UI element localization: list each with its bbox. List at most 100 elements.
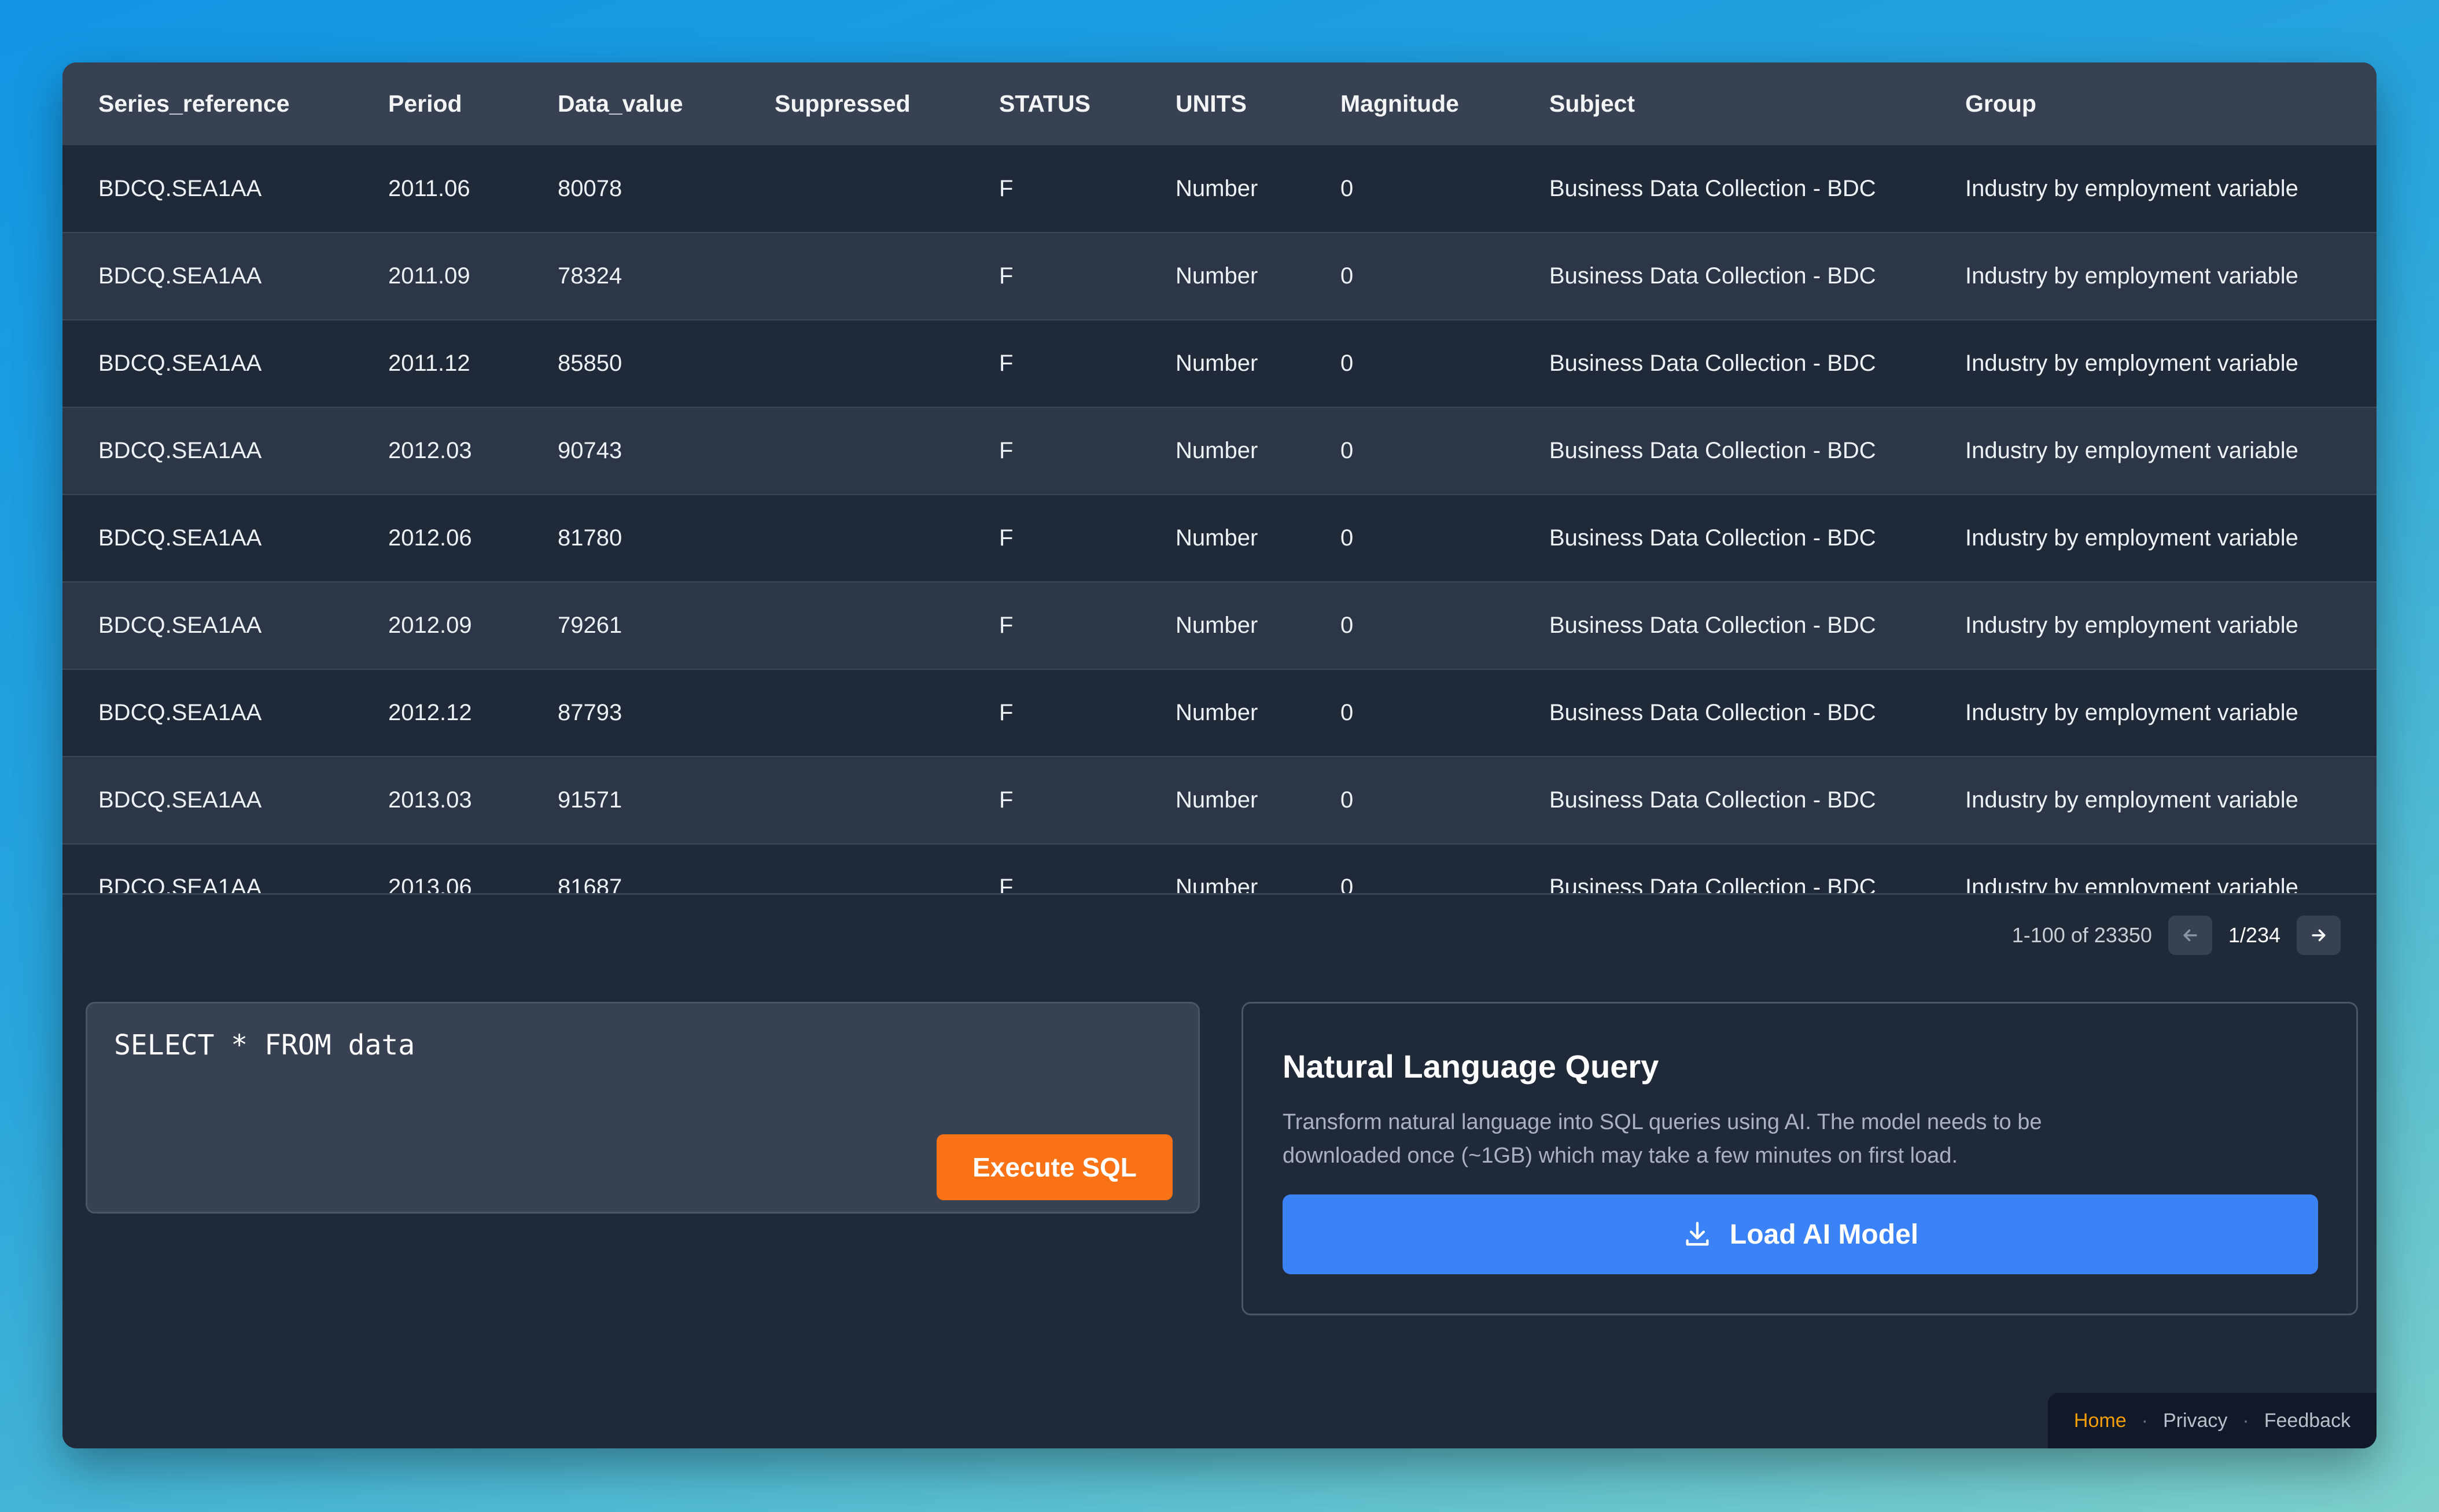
table-cell: 2012.12 [388,700,472,725]
table-cell: Industry by employment variable [1965,438,2298,463]
table-cell: Number [1176,351,1258,376]
table-cell: Industry by employment variable [1965,525,2298,551]
table-cell: 0 [1340,525,1354,551]
table-cell: 81780 [558,525,622,551]
table-cell: F [999,700,1014,725]
table-cell: F [999,525,1014,551]
table-cell: 0 [1340,175,1354,201]
execute-sql-button[interactable]: Execute SQL [937,1134,1173,1200]
table-body: BDCQ.SEA1AA 2011.06 80078 F Number 0 Business … [62,145,2377,893]
column-header[interactable]: Group [1929,62,2377,145]
table-cell: Number [1176,438,1258,463]
pagination-page: 1/234 [2228,923,2280,947]
table-row[interactable]: BDCQ.SEA1AA 2012.09 79261 F Number 0 Business … [62,582,2377,669]
table-row[interactable]: BDCQ.SEA1AA 2012.03 90743 F Number 0 Business … [62,407,2377,495]
footer-home-link[interactable]: Home [2074,1410,2127,1432]
table-cell: F [999,438,1014,463]
table-cell: 81687 [558,875,622,893]
table-row[interactable]: BDCQ.SEA1AA 2012.06 81780 F Number 0 Business … [62,495,2377,582]
column-header[interactable]: Magnitude [1305,62,1513,145]
column-header[interactable]: STATUS [963,62,1140,145]
table-cell: Number [1176,175,1258,201]
table-cell: F [999,351,1014,376]
nl-query-description: Transform natural language into SQL quer… [1283,1110,2042,1168]
column-header[interactable]: Series_reference [62,62,352,145]
table-cell: F [999,875,1014,893]
table-cell [739,233,963,320]
table-cell: Industry by employment variable [1965,787,2298,813]
table-cell: 2011.09 [388,263,470,289]
table-cell: Business Data Collection - BDC [1549,438,1876,463]
load-ai-model-button[interactable]: Load AI Model [1283,1194,2318,1274]
table-cell: 91571 [558,787,622,813]
table-cell: F [999,175,1014,201]
sql-editor[interactable]: SELECT * FROM data Execute SQL [86,1002,1200,1214]
table-cell: Industry by employment variable [1965,263,2298,289]
table-cell: Number [1176,700,1258,725]
table-cell: 2013.06 [388,875,472,893]
table-cell: 85850 [558,351,622,376]
column-header[interactable]: Period [352,62,522,145]
table-cell: Business Data Collection - BDC [1549,175,1876,201]
load-ai-model-label: Load AI Model [1729,1219,1919,1250]
table-cell: Business Data Collection - BDC [1549,787,1876,813]
table-cell [739,145,963,233]
table-cell: Industry by employment variable [1965,175,2298,201]
natural-language-query-panel: Natural Language Query Transform natural… [1241,1002,2358,1315]
footer-feedback-link[interactable]: Feedback [2264,1410,2350,1432]
table-cell: BDCQ.SEA1AA [98,525,262,551]
table-cell: 0 [1340,700,1354,725]
app-window: Series_reference Period Data_value Suppress… [62,62,2377,1448]
table-cell [739,582,963,669]
table-cell: Business Data Collection - BDC [1549,700,1876,725]
table-cell: Number [1176,263,1258,289]
column-header[interactable]: Suppressed [739,62,963,145]
footer-separator: · [2141,1409,2148,1432]
column-header[interactable]: UNITS [1140,62,1305,145]
table-cell: Number [1176,875,1258,893]
nl-query-title: Natural Language Query [1283,1048,1659,1085]
table-cell: Business Data Collection - BDC [1549,613,1876,638]
table-row[interactable]: BDCQ.SEA1AA 2011.09 78324 F Number 0 Business … [62,233,2377,320]
table-cell: 0 [1340,351,1354,376]
table-cell: Industry by employment variable [1965,700,2298,725]
table-cell: 2012.03 [388,438,472,463]
footer-privacy-link[interactable]: Privacy [2163,1410,2227,1432]
table-cell [739,495,963,582]
table-cell: BDCQ.SEA1AA [98,175,262,201]
table-cell [739,320,963,407]
column-header[interactable]: Subject [1513,62,1929,145]
table-cell: Business Data Collection - BDC [1549,263,1876,289]
table-cell: BDCQ.SEA1AA [98,787,262,813]
table-cell: 2012.09 [388,613,472,638]
table-cell [739,407,963,495]
table-cell: BDCQ.SEA1AA [98,613,262,638]
table-cell: Industry by employment variable [1965,351,2298,376]
data-table-container[interactable]: Series_reference Period Data_value Suppress… [62,62,2377,893]
table-cell: 2011.06 [388,175,470,201]
table-cell: F [999,263,1014,289]
table-cell: 2011.12 [388,351,470,376]
table-row[interactable]: BDCQ.SEA1AA 2012.12 87793 F Number 0 Business … [62,669,2377,757]
table-row[interactable]: BDCQ.SEA1AA 2013.03 91571 F Number 0 Business … [62,757,2377,844]
footer-separator: · [2242,1409,2249,1432]
table-cell [739,757,963,844]
table-cell: Industry by employment variable [1965,875,2298,893]
table-cell: 80078 [558,175,622,201]
sql-query-text[interactable]: SELECT * FROM data [114,1029,415,1061]
next-page-button[interactable] [2297,916,2341,955]
table-row[interactable]: BDCQ.SEA1AA 2013.06 81687 F Number 0 Business … [62,844,2377,893]
table-cell: 78324 [558,263,622,289]
table-cell: 2013.03 [388,787,472,813]
column-header[interactable]: Data_value [522,62,739,145]
prev-page-button[interactable] [2168,916,2212,955]
pagination-range: 1-100 of 23350 [2011,923,2152,947]
table-cell: BDCQ.SEA1AA [98,875,262,893]
table-cell: 87793 [558,700,622,725]
download-icon [1686,1222,1709,1246]
table-cell: 0 [1340,263,1354,289]
table-row[interactable]: BDCQ.SEA1AA 2011.12 85850 F Number 0 Business … [62,320,2377,407]
table-cell: 0 [1340,438,1354,463]
table-cell: Industry by employment variable [1965,613,2298,638]
table-row[interactable]: BDCQ.SEA1AA 2011.06 80078 F Number 0 Business … [62,145,2377,233]
